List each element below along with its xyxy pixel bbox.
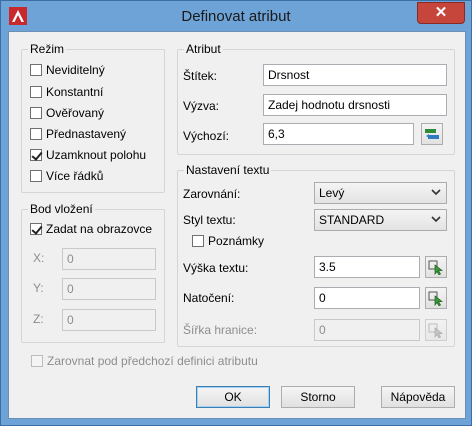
text-height-field[interactable]: 3.5 [314,256,420,278]
rotation-label: Natočení: [183,291,235,305]
verify-box[interactable] [30,107,42,119]
lock-position-checkbox[interactable]: Uzamknout polohu [30,148,146,164]
text-height-label: Výška textu: [183,261,249,275]
rotation-field[interactable]: 0 [314,287,420,309]
justification-label: Zarovnání: [183,187,241,201]
prompt-label: Výzva: [183,99,220,113]
ok-button[interactable]: OK [196,386,270,408]
verify-checkbox[interactable]: Ověřovaný [30,106,104,122]
text-settings-group: Nastavení textu Zarovnání: Levý Styl tex… [177,163,455,347]
specify-onscreen-box[interactable] [30,223,42,235]
text-height-pick-button[interactable] [425,256,447,278]
dialog-client: Režim Neviditelný Konstantní Ověřovaný P… [8,31,466,419]
preset-box[interactable] [30,128,42,140]
constant-checkbox[interactable]: Konstantní [30,85,103,101]
attribute-legend: Atribut [184,42,223,56]
x-field[interactable]: 0 [62,248,156,270]
annotative-box[interactable] [192,235,204,247]
pick-point-icon [428,260,444,275]
constant-box[interactable] [30,86,42,98]
prompt-field[interactable]: Zadej hodnotu drsnosti [263,94,447,116]
multiline-box[interactable] [30,170,42,182]
specify-onscreen-checkbox[interactable]: Zadat na obrazovce [30,222,152,238]
invisible-box[interactable] [30,64,42,76]
boundary-width-pick-button[interactable] [425,319,447,341]
tag-field[interactable]: Drsnost [263,64,447,86]
insertion-point-group: Bod vložení Zadat na obrazovce X: 0 Y: 0… [21,202,165,343]
rotation-pick-button[interactable] [425,287,447,309]
y-label: Y: [33,281,44,295]
tag-label: Štítek: [183,69,218,83]
invisible-checkbox[interactable]: Neviditelný [30,63,105,79]
insert-field-icon [425,129,439,139]
default-field[interactable]: 6,3 [263,123,414,145]
mode-legend: Režim [28,42,67,56]
annotative-checkbox[interactable]: Poznámky [192,234,264,250]
insertion-legend: Bod vložení [28,202,95,216]
lock-position-box[interactable] [30,149,42,161]
chevron-down-icon [431,216,441,223]
pick-point-icon [428,291,444,306]
align-below-previous-box[interactable] [31,355,43,367]
title-bar[interactable]: Definovat atribut ✕ [1,1,471,31]
chevron-down-icon [431,189,441,196]
z-label: Z: [33,312,44,326]
x-label: X: [33,251,45,265]
y-field[interactable]: 0 [62,278,156,300]
dialog-title: Definovat atribut [181,8,291,25]
text-style-label: Styl textu: [183,213,236,227]
text-settings-legend: Nastavení textu [184,163,272,177]
dialog-window: Definovat atribut ✕ Režim Neviditelný Ko… [0,0,472,426]
align-below-previous-checkbox[interactable]: Zarovnat pod předchozí definici atributu [31,354,258,370]
help-button[interactable]: Nápověda [381,386,455,408]
mode-group: Režim Neviditelný Konstantní Ověřovaný P… [21,42,165,193]
insert-field-button[interactable] [421,123,443,145]
attribute-group: Atribut Štítek: Drsnost Výzva: Zadej hod… [177,42,455,155]
text-style-select[interactable]: STANDARD [314,209,447,231]
cancel-button[interactable]: Storno [281,386,355,408]
z-field[interactable]: 0 [62,309,156,331]
boundary-width-field[interactable]: 0 [314,319,420,341]
preset-checkbox[interactable]: Přednastavený [30,127,126,143]
justification-select[interactable]: Levý [314,182,447,204]
close-button[interactable]: ✕ [417,2,465,24]
multiline-checkbox[interactable]: Více řádků [30,169,103,185]
default-label: Výchozí: [183,129,230,143]
boundary-width-label: Šířka hranice: [183,323,258,337]
close-icon: ✕ [434,4,448,21]
pick-point-icon [428,323,444,338]
